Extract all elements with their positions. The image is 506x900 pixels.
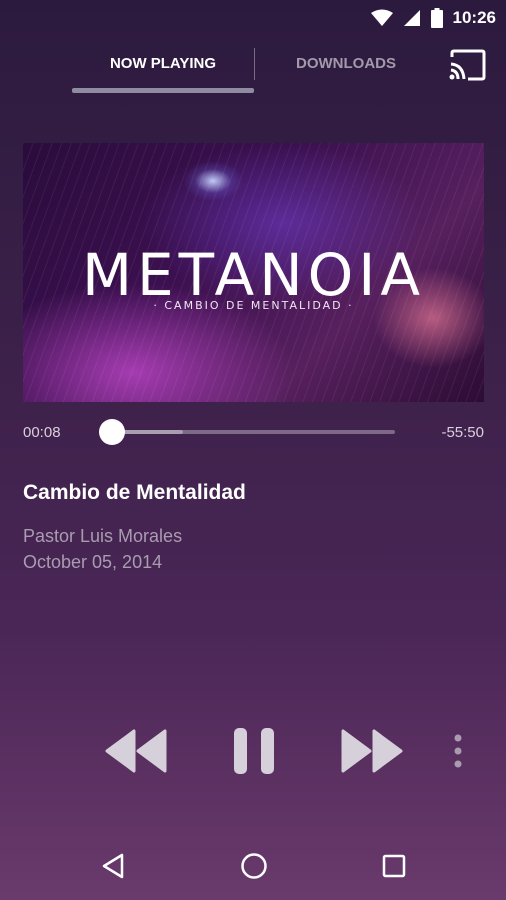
nav-recent-apps-button[interactable]	[379, 851, 409, 881]
battery-icon	[430, 8, 443, 28]
pause-button[interactable]	[230, 726, 278, 776]
elapsed-time: 00:08	[23, 424, 61, 441]
cell-signal-icon	[403, 10, 420, 26]
rewind-icon	[105, 729, 167, 773]
status-time: 10:26	[452, 8, 496, 27]
tab-bar: NOW PLAYING DOWNLOADS	[0, 40, 506, 96]
nav-home-button[interactable]	[239, 851, 269, 881]
track-title: Cambio de Mentalidad	[23, 481, 246, 504]
back-icon	[102, 853, 124, 879]
seek-thumb[interactable]	[99, 419, 125, 445]
remaining-time: -55:50	[441, 424, 484, 441]
nav-back-button[interactable]	[99, 851, 129, 881]
pause-icon	[234, 728, 274, 774]
rewind-button[interactable]	[104, 728, 168, 774]
cast-icon	[449, 49, 486, 81]
home-icon	[241, 853, 267, 879]
active-tab-indicator	[72, 88, 254, 93]
album-artwork: METANOIA · CAMBIO DE MENTALIDAD ·	[23, 143, 484, 402]
cast-button[interactable]	[446, 48, 488, 82]
track-speaker: Pastor Luis Morales	[23, 526, 183, 546]
system-nav-bar	[0, 834, 506, 900]
fast-forward-button[interactable]	[340, 728, 404, 774]
more-options-button[interactable]	[448, 734, 468, 770]
more-vert-icon	[454, 734, 462, 768]
tab-downloads[interactable]: DOWNLOADS	[255, 50, 437, 94]
status-bar: 10:26	[0, 0, 506, 36]
seek-bar[interactable]	[112, 430, 395, 434]
artwork-subtitle: · CAMBIO DE MENTALIDAD ·	[153, 299, 354, 312]
track-date: October 05, 2014	[23, 552, 163, 572]
artwork-title: METANOIA	[81, 241, 426, 309]
fast-forward-icon	[341, 729, 403, 773]
recent-apps-icon	[382, 854, 406, 878]
wifi-icon	[370, 9, 393, 26]
